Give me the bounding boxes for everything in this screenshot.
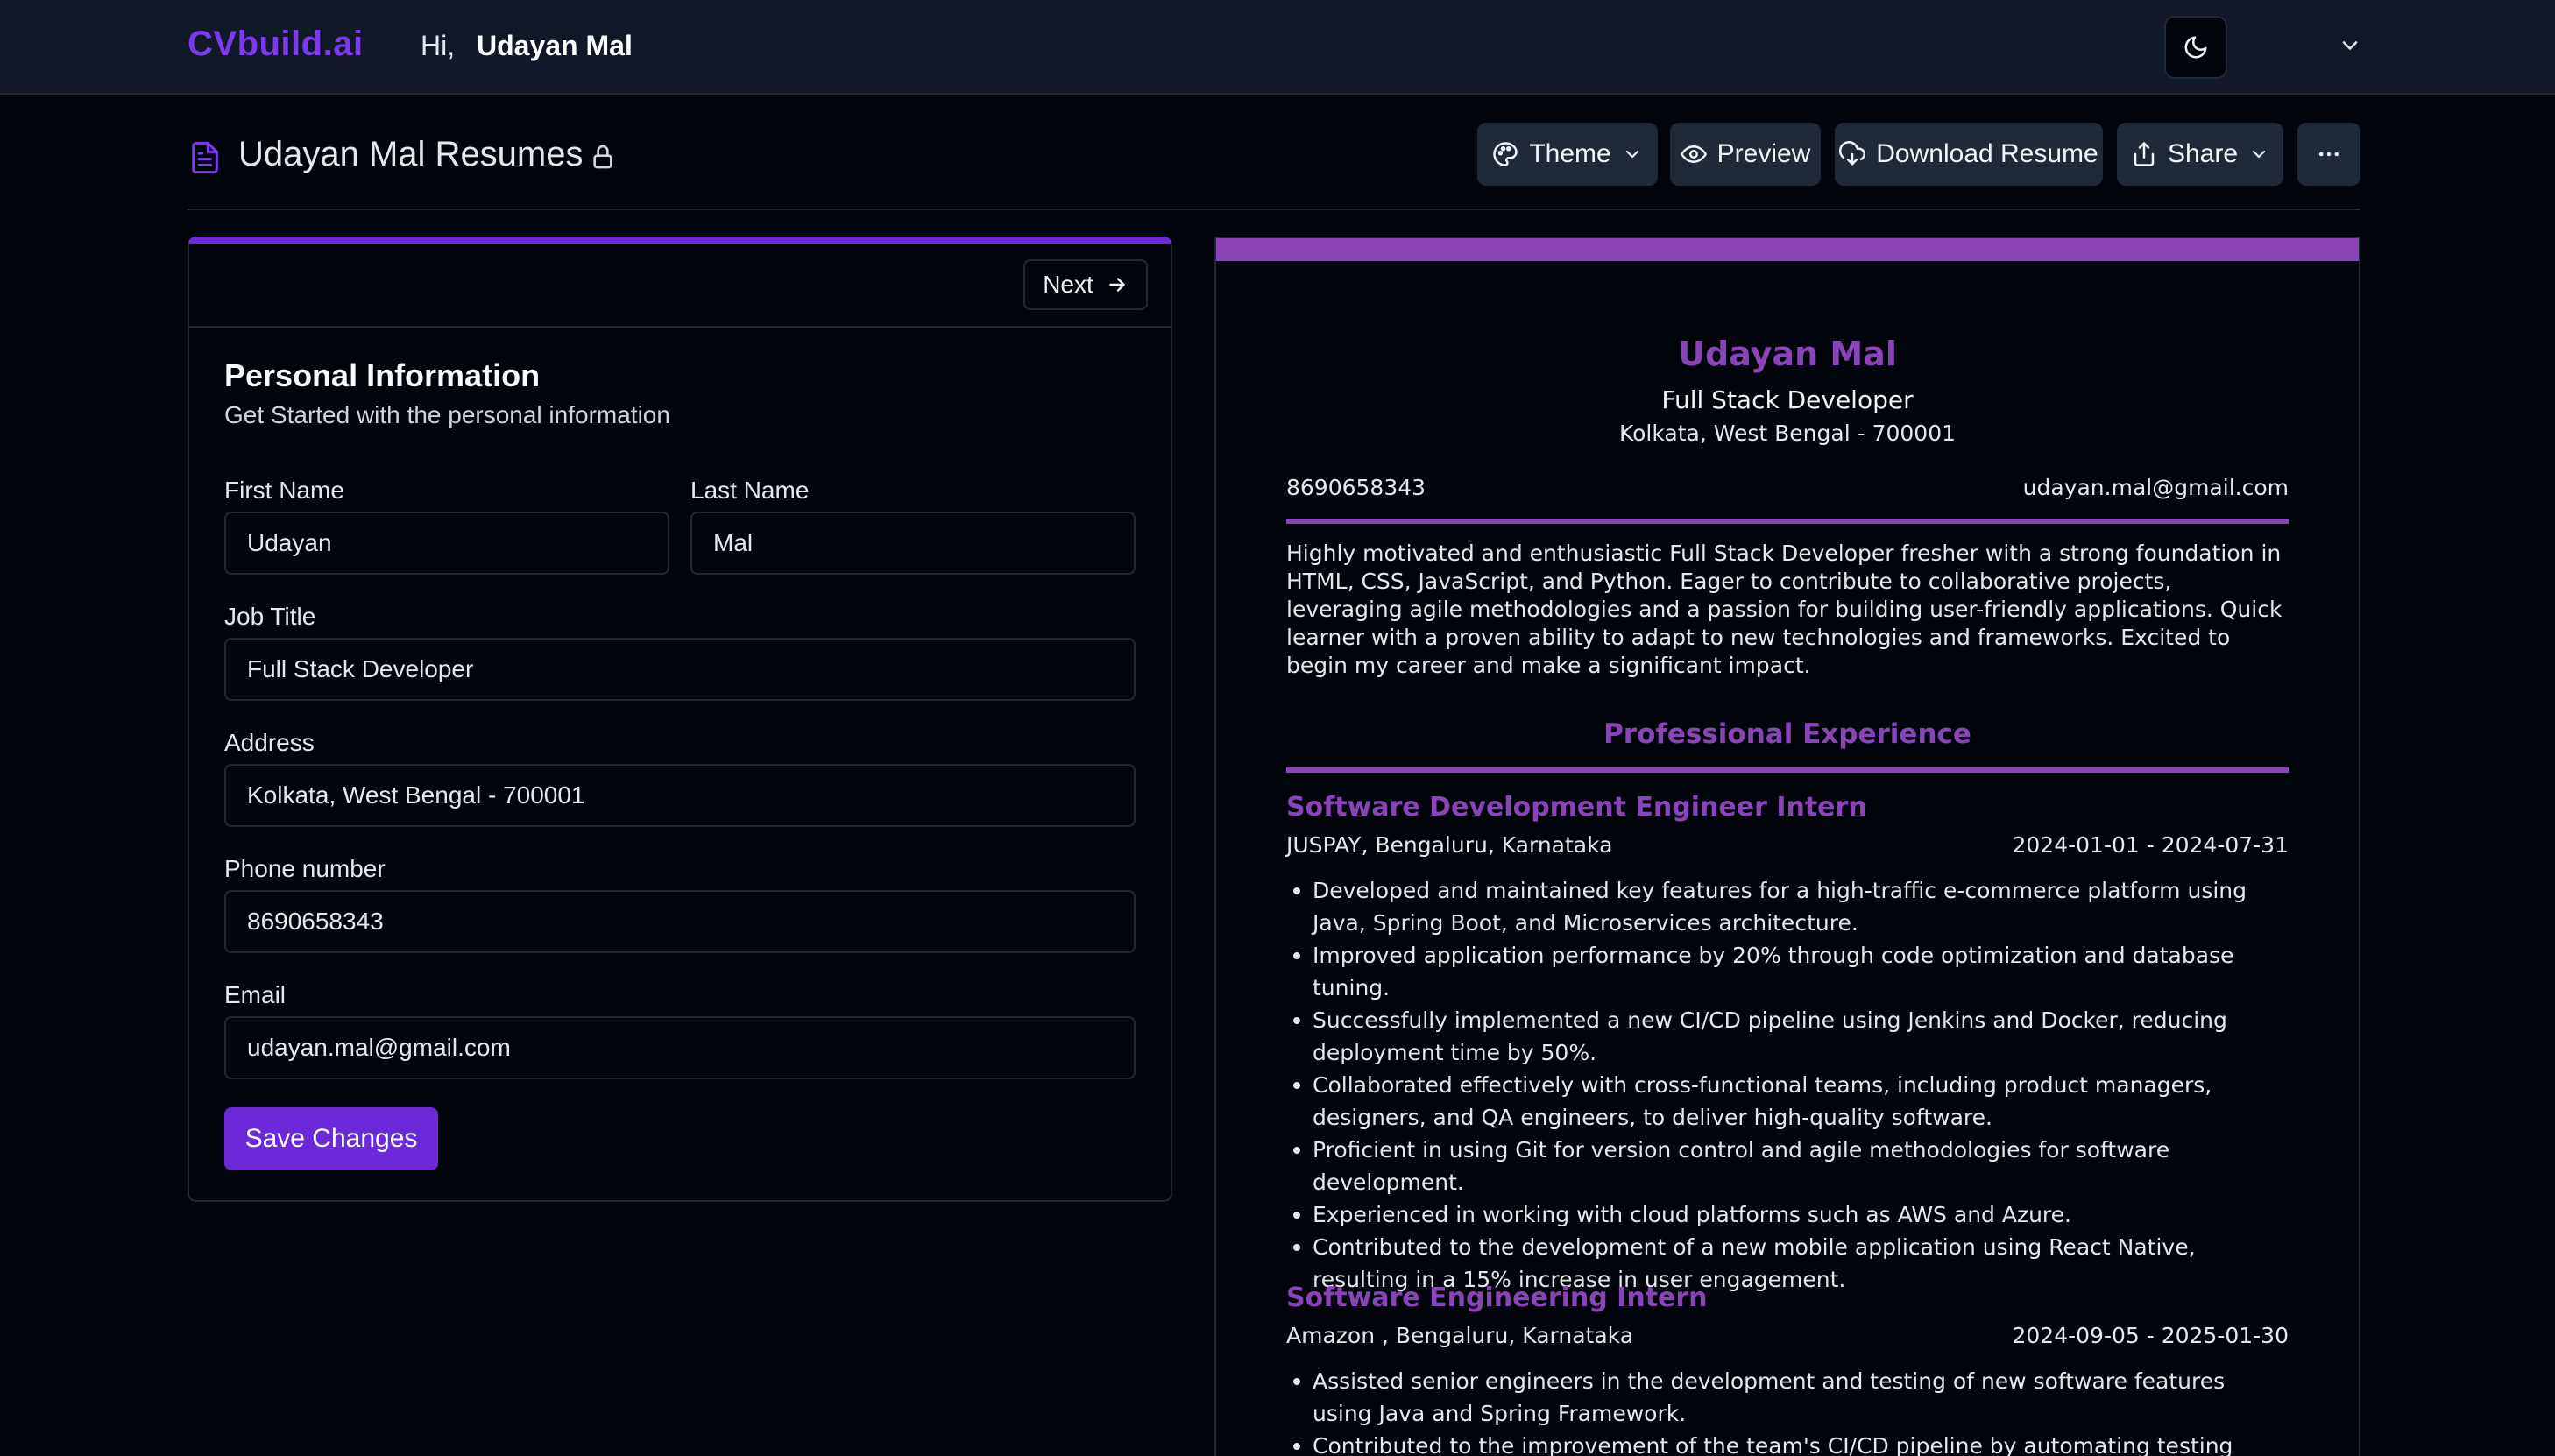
form-card-toolbar: Next (189, 244, 1171, 328)
job-bullet: Experienced in working with cloud platfo… (1286, 1198, 2289, 1231)
eye-icon (1680, 145, 1707, 163)
job-company: Amazon , Bengaluru, Karnataka (1286, 1323, 1634, 1348)
resume-divider (1286, 519, 2289, 524)
first-name-label: First Name (224, 477, 344, 504)
resume-address: Kolkata, West Bengal - 700001 (1618, 421, 1957, 446)
page-header: Udayan Mal Resumes Theme Preview Downloa… (188, 123, 2360, 210)
lock-icon (593, 145, 612, 169)
theme-label: Theme (1529, 139, 1611, 168)
user-menu-dropdown[interactable] (2331, 26, 2369, 65)
phone-field[interactable]: 8690658343 (224, 890, 1136, 953)
job-company: JUSPAY, Bengaluru, Karnataka (1286, 832, 1613, 858)
next-label: Next (1043, 271, 1093, 298)
brand-logo[interactable]: CVbuild.ai (188, 25, 364, 64)
address-label: Address (224, 729, 315, 756)
more-options-button[interactable] (2297, 123, 2360, 186)
job-bullet-list: Developed and maintained key features fo… (1286, 874, 2289, 1296)
share-label: Share (2167, 139, 2239, 168)
form-section-subtitle: Get Started with the personal informatio… (224, 401, 670, 428)
palette-icon (1493, 142, 1518, 166)
resume-phone: 8690658343 (1286, 475, 1426, 500)
resume-email: udayan.mal@gmail.com (2022, 475, 2289, 500)
last-name-label: Last Name (690, 477, 810, 504)
job-bullet: Assisted senior engineers in the develop… (1286, 1365, 2289, 1430)
greeting-text: Hi, (421, 30, 456, 61)
job-bullet: Developed and maintained key features fo… (1286, 874, 2289, 939)
greeting-user-name: Udayan Mal (477, 30, 633, 61)
address-field[interactable]: Kolkata, West Bengal - 700001 (224, 764, 1136, 827)
cloud-download-icon (1839, 141, 1866, 166)
resume-theme-band (1216, 238, 2359, 261)
resume-job-title: Full Stack Developer (1661, 385, 1914, 414)
job-title: Software Development Engineer Intern (1286, 792, 1867, 823)
job-dates: 2024-01-01 - 2024-07-31 (2012, 832, 2290, 858)
first-name-field[interactable]: Udayan (224, 512, 669, 575)
preview-label: Preview (1716, 139, 1811, 168)
job-bullet-list: Assisted senior engineers in the develop… (1286, 1365, 2289, 1456)
email-label: Email (224, 981, 287, 1008)
last-name-field[interactable]: Mal (690, 512, 1136, 575)
resume-name: Udayan Mal (1678, 335, 1897, 373)
chevron-down-icon (2252, 150, 2266, 159)
experience-divider (1286, 767, 2289, 773)
page-title: Udayan Mal Resumes (238, 135, 584, 173)
next-button[interactable]: Next (1023, 259, 1148, 310)
top-navbar: CVbuild.ai Hi, Udayan Mal (0, 0, 2555, 95)
job-title-label: Job Title (224, 603, 316, 630)
job-title: Software Engineering Intern (1286, 1283, 1708, 1313)
job-bullet: Collaborated effectively with cross-func… (1286, 1069, 2289, 1134)
personal-info-form-card: Next Personal Information Get Started wi… (188, 237, 1172, 1202)
form-section-title: Personal Information (224, 357, 541, 393)
job-bullet: Proficient in using Git for version cont… (1286, 1134, 2289, 1198)
save-changes-button[interactable]: Save Changes (224, 1107, 438, 1170)
download-label: Download Resume (1876, 139, 2098, 168)
download-resume-button[interactable]: Download Resume (1835, 123, 2103, 186)
job-dates: 2024-09-05 - 2025-01-30 (2012, 1323, 2290, 1348)
arrow-right-icon (1109, 278, 1125, 292)
resume-summary: Highly motivated and enthusiastic Full S… (1286, 541, 2283, 678)
moon-icon (2184, 36, 2207, 59)
share-dropdown-button[interactable]: Share (2117, 123, 2283, 186)
phone-label: Phone number (224, 855, 386, 882)
job-bullet: Contributed to the improvement of the te… (1286, 1430, 2289, 1456)
chevron-down-icon (1625, 150, 1638, 159)
experience-heading: Professional Experience (1603, 718, 1971, 750)
user-greeting: Hi, Udayan Mal (421, 30, 633, 62)
job-bullet: Successfully implemented a new CI/CD pip… (1286, 1004, 2289, 1069)
resume-preview: Udayan Mal Full Stack Developer Kolkata,… (1214, 237, 2360, 1456)
share-icon (2134, 142, 2155, 166)
more-horizontal-icon (2319, 152, 2339, 157)
preview-button[interactable]: Preview (1670, 123, 1821, 186)
job-bullet: Improved application performance by 20% … (1286, 939, 2289, 1004)
dark-mode-toggle-button[interactable] (2164, 16, 2227, 79)
document-icon (192, 141, 218, 174)
job-title-field[interactable]: Full Stack Developer (224, 638, 1136, 701)
email-field[interactable]: udayan.mal@gmail.com (224, 1016, 1136, 1079)
chevron-down-icon (2342, 41, 2358, 50)
theme-dropdown-button[interactable]: Theme (1477, 123, 1658, 186)
